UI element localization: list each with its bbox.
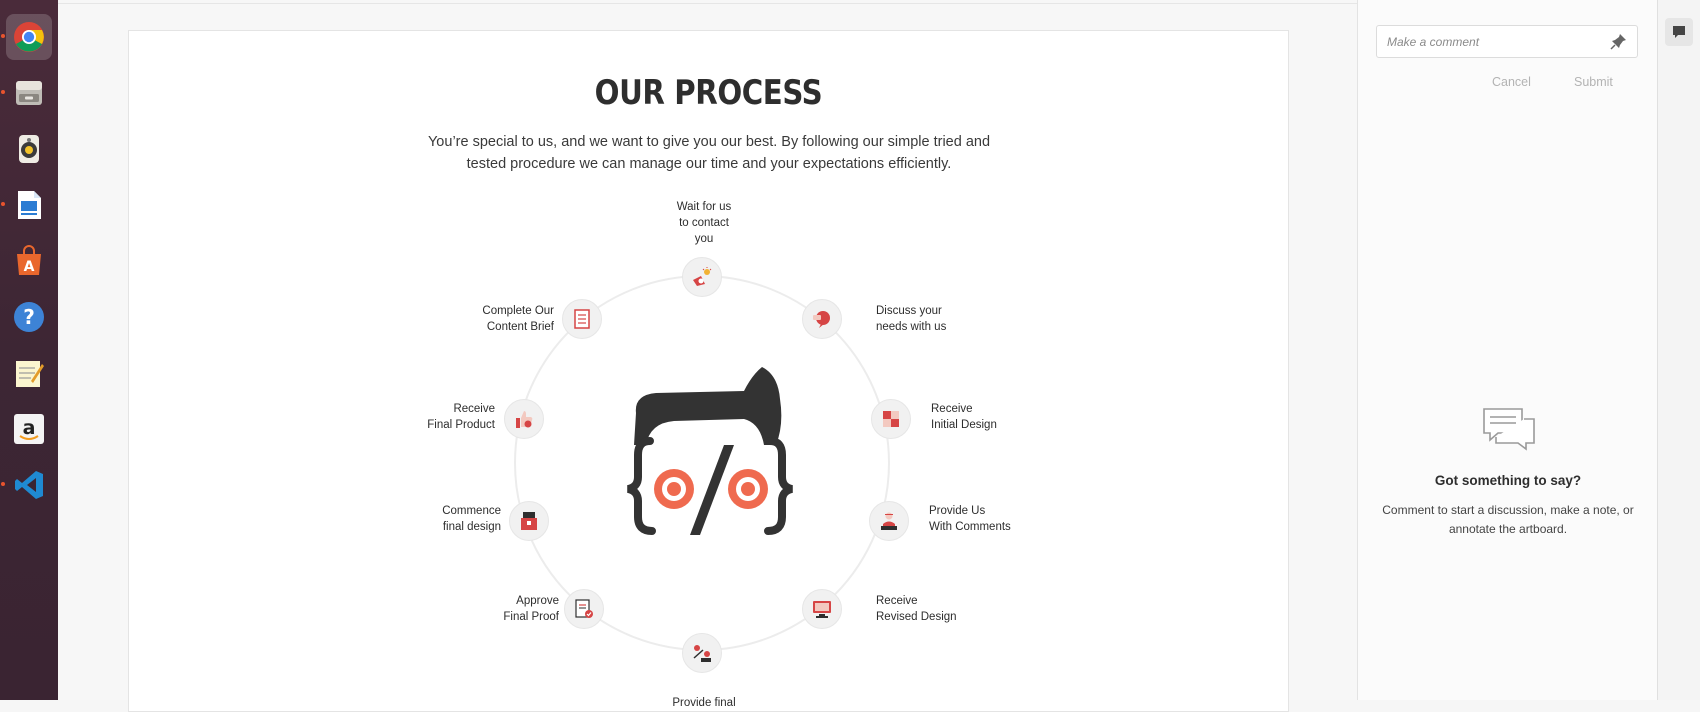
dock-vscode[interactable] bbox=[1, 462, 52, 508]
dock-rhythmbox[interactable] bbox=[6, 126, 52, 172]
monitor-icon bbox=[813, 601, 831, 618]
step-icon-final-product bbox=[504, 399, 544, 439]
step-icon-initial-design bbox=[871, 399, 911, 439]
step-label-discuss: Discuss your needs with us bbox=[876, 305, 947, 333]
launcher-dock: A ? a bbox=[0, 0, 58, 700]
writer-icon bbox=[18, 191, 41, 219]
right-rail bbox=[1657, 0, 1700, 700]
dock-software-center[interactable]: A bbox=[6, 238, 52, 284]
artboard[interactable]: OUR PROCESS You’re special to us, and we… bbox=[128, 30, 1289, 712]
page-intro: You’re special to us, and we want to giv… bbox=[427, 134, 991, 172]
dock-chrome[interactable] bbox=[1, 14, 52, 60]
person-stars-icon bbox=[881, 512, 897, 530]
dock-writer[interactable] bbox=[1, 182, 52, 228]
step-icon-discuss bbox=[802, 299, 842, 339]
step-icon-comments bbox=[869, 501, 909, 541]
step-icon-revised-design bbox=[802, 589, 842, 629]
running-indicator bbox=[1, 202, 5, 206]
puzzle-icon bbox=[883, 411, 899, 427]
running-indicator bbox=[1, 34, 5, 38]
rhythmbox-icon bbox=[19, 135, 39, 163]
chrome-icon bbox=[14, 22, 44, 52]
phone-bell-icon bbox=[693, 267, 712, 286]
chat-users-icon bbox=[693, 645, 711, 662]
checklist-icon bbox=[574, 309, 590, 329]
pin-icon[interactable] bbox=[1610, 32, 1628, 50]
running-indicator bbox=[1, 482, 5, 486]
step-icon-provide-final bbox=[682, 633, 722, 673]
submit-button[interactable]: Submit bbox=[1568, 74, 1619, 90]
svg-text:a: a bbox=[23, 417, 36, 439]
dock-files[interactable] bbox=[1, 70, 52, 116]
vscode-icon bbox=[15, 471, 43, 499]
comment-input[interactable] bbox=[1376, 25, 1638, 58]
step-label-commence: Commence final design bbox=[442, 505, 501, 533]
step-label-wait: Wait for us to contact you bbox=[676, 201, 732, 245]
comments-toggle-button[interactable] bbox=[1665, 18, 1693, 46]
toolbox-icon bbox=[521, 512, 537, 530]
comment-icon bbox=[1673, 26, 1685, 38]
text-editor-icon bbox=[16, 361, 44, 387]
step-label-content-brief: Complete Our Content Brief bbox=[482, 305, 554, 333]
running-indicator bbox=[1, 90, 5, 94]
cancel-button[interactable]: Cancel bbox=[1486, 74, 1537, 90]
divider bbox=[58, 3, 1357, 4]
files-icon bbox=[16, 81, 42, 105]
amazon-icon: a bbox=[14, 414, 44, 444]
step-icon-content-brief bbox=[562, 299, 602, 339]
step-label-revised-design: Receive Revised Design bbox=[876, 595, 957, 623]
step-label-initial-design: Receive Initial Design bbox=[931, 403, 997, 431]
canvas-area[interactable]: OUR PROCESS You’re special to us, and we… bbox=[58, 0, 1357, 712]
speech-bubble-icon bbox=[813, 311, 830, 328]
step-label-final-product: Receive Final Product bbox=[427, 403, 495, 431]
page-title: OUR PROCESS bbox=[594, 73, 823, 113]
empty-state-text: Comment to start a discussion, make a no… bbox=[1382, 503, 1634, 536]
software-center-icon: A bbox=[17, 245, 41, 275]
code-face-logo bbox=[626, 367, 794, 535]
dock-help[interactable]: ? bbox=[6, 294, 52, 340]
svg-text:?: ? bbox=[23, 305, 35, 329]
step-label-approve: Approve Final Proof bbox=[503, 595, 559, 623]
svg-text:A: A bbox=[24, 259, 35, 275]
help-icon: ? bbox=[14, 302, 44, 332]
thumbs-up-icon bbox=[516, 411, 533, 428]
step-icon-wait bbox=[682, 257, 722, 297]
step-label-provide-final: Provide final bbox=[672, 697, 736, 709]
step-icon-approve bbox=[564, 589, 604, 629]
dock-text-editor[interactable] bbox=[6, 350, 52, 396]
step-label-comments: Provide Us With Comments bbox=[929, 505, 1011, 533]
comments-panel: Cancel Submit Got something to say? Comm… bbox=[1357, 0, 1658, 700]
step-icon-commence bbox=[509, 501, 549, 541]
empty-state-title: Got something to say? bbox=[1434, 473, 1582, 488]
chat-bubbles-icon bbox=[1483, 408, 1535, 451]
dock-amazon[interactable]: a bbox=[6, 406, 52, 452]
approved-document-icon bbox=[575, 599, 593, 618]
